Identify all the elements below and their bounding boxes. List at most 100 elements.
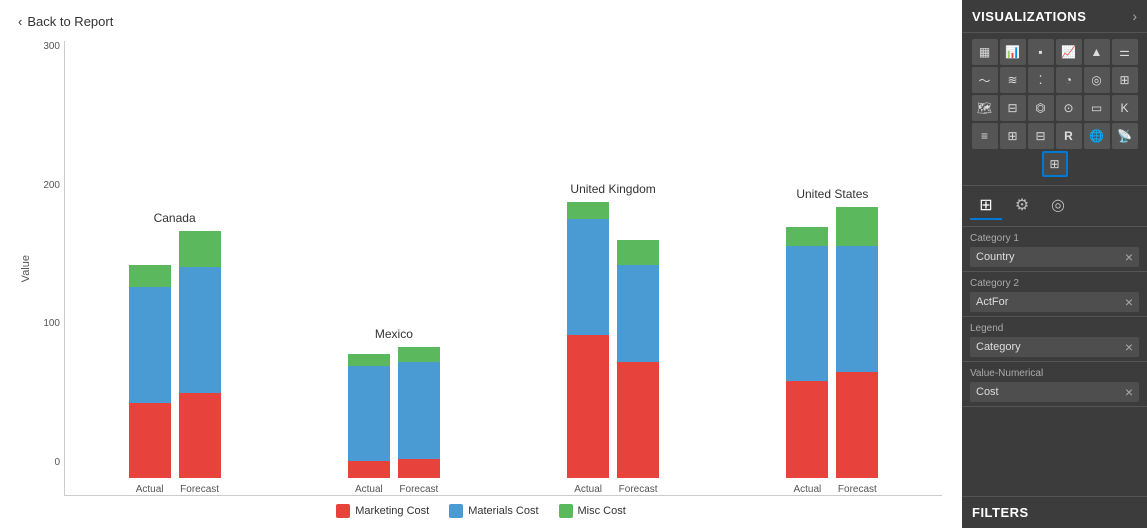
viz-icon-kpi[interactable]: K	[1112, 95, 1138, 121]
viz-icon-area[interactable]: ▲	[1084, 39, 1110, 65]
viz-icon-r[interactable]: R	[1056, 123, 1082, 149]
stacked-bar-0-1[interactable]	[179, 231, 221, 478]
country-label-2: United Kingdom	[570, 182, 655, 196]
viz-icon-line[interactable]: 📈	[1056, 39, 1082, 65]
field-pill-0[interactable]: Country×	[970, 247, 1139, 267]
y-axis-label: Value	[20, 255, 32, 282]
bars-row-3: ActualForecast	[733, 207, 932, 495]
bar-segment-2-1-2	[617, 240, 659, 265]
viz-icon-matrix[interactable]: ⊟	[1028, 123, 1054, 149]
viz-icon-waterfall[interactable]: ≋	[1000, 67, 1026, 93]
viz-icon-bar[interactable]: 📊	[1000, 39, 1026, 65]
field-pill-2[interactable]: Category ×	[970, 337, 1139, 357]
viz-icon-card[interactable]: ▭	[1084, 95, 1110, 121]
legend-item-1: Materials Cost	[449, 504, 538, 518]
viz-icon-filled-map[interactable]: ⊟	[1000, 95, 1026, 121]
viz-icon-donut[interactable]: ◎	[1084, 67, 1110, 93]
field-pill-value-3: Cost	[976, 386, 999, 398]
panel-title: VISUALIZATIONS	[972, 9, 1086, 24]
bar-segment-0-1-2	[179, 231, 221, 268]
field-wells: Category 1 Country× Category 2 ActFor× Legen…	[962, 227, 1147, 407]
viz-icon-funnel[interactable]: ⏣	[1028, 95, 1054, 121]
stacked-bar-3-0[interactable]	[786, 227, 828, 478]
country-group-1: MexicoActualForecast	[294, 327, 493, 495]
back-to-report-button[interactable]: ‹ Back to Report	[10, 10, 952, 33]
bar-segment-2-1-1	[617, 265, 659, 362]
stacked-bar-3-1[interactable]	[836, 207, 878, 478]
viz-icon-scatter[interactable]: ⁚	[1028, 67, 1054, 93]
tab-analytics[interactable]: ◎	[1042, 192, 1074, 220]
bar-segment-1-1-2	[398, 347, 440, 362]
stacked-bar-1-0[interactable]	[348, 354, 390, 478]
legend-swatch-2	[559, 504, 573, 518]
field-section-label-0: Category 1	[970, 233, 1139, 244]
bar-segment-1-1-1	[398, 362, 440, 459]
bar-segment-2-0-2	[567, 202, 609, 219]
field-section-label-1: Category 2	[970, 278, 1139, 289]
tab-fields[interactable]: ⊞	[970, 192, 1002, 220]
bar-segment-3-1-2	[836, 207, 878, 246]
field-pill-3[interactable]: Cost ×	[970, 382, 1139, 402]
field-section-label-2: Legend	[970, 323, 1139, 334]
viz-icon-custom[interactable]: 📡	[1112, 123, 1138, 149]
viz-icon-gauge[interactable]: ⊙	[1056, 95, 1082, 121]
viz-icon-ribbon[interactable]: 〜	[972, 67, 998, 93]
tab-icons-row: ⊞ ⚙ ◎	[962, 186, 1147, 227]
stacked-bar-0-0[interactable]	[129, 265, 171, 478]
field-pill-remove-1[interactable]: ×	[1125, 295, 1133, 309]
field-pill-remove-3[interactable]: ×	[1125, 385, 1133, 399]
viz-icons-row-2: 〜 ≋ ⁚ ◔ ◎ ⊞	[968, 67, 1141, 93]
main-area: ‹ Back to Report Value 300 200 100 0 Can…	[0, 0, 962, 528]
bar-segment-3-0-2	[786, 227, 828, 246]
viz-icons-row-1: ▦ 📊 ▪ 📈 ▲ ⚌	[968, 39, 1141, 65]
chart-container: Value 300 200 100 0 CanadaActualForecast…	[10, 41, 952, 518]
viz-icon-treemap[interactable]: ⊞	[1112, 67, 1138, 93]
viz-icon-stacked-bar[interactable]: ▦	[972, 39, 998, 65]
bar-x-label-2-0: Actual	[574, 484, 602, 495]
tab-format[interactable]: ⚙	[1006, 192, 1038, 220]
viz-icon-globe[interactable]: 🌐	[1084, 123, 1110, 149]
field-pill-value-2: Category	[976, 341, 1021, 353]
viz-icon-column[interactable]: ▪	[1028, 39, 1054, 65]
field-section-3: Value-Numerical Cost ×	[962, 362, 1147, 407]
back-arrow-icon: ‹	[18, 14, 22, 29]
viz-icon-table[interactable]: ⊞	[1000, 123, 1026, 149]
viz-icon-selected[interactable]: ⊞	[1042, 151, 1068, 177]
bar-segment-0-1-1	[179, 267, 221, 393]
viz-icon-map[interactable]: 🗺	[972, 95, 998, 121]
field-pill-remove-2[interactable]: ×	[1125, 340, 1133, 354]
filters-header: FILTERS	[962, 496, 1147, 528]
viz-icon-combo[interactable]: ⚌	[1112, 39, 1138, 65]
stacked-bar-2-1[interactable]	[617, 240, 659, 478]
stacked-bar-1-1[interactable]	[398, 347, 440, 478]
bars-row-1: ActualForecast	[294, 347, 493, 495]
country-group-3: United StatesActualForecast	[733, 187, 932, 495]
bar-col-2-0: Actual	[567, 202, 609, 495]
field-section-label-3: Value-Numerical	[970, 368, 1139, 379]
legend-label-0: Marketing Cost	[355, 505, 429, 517]
field-section-2: Legend Category ×	[962, 317, 1147, 362]
bar-segment-1-1-0	[398, 459, 440, 478]
legend-swatch-1	[449, 504, 463, 518]
back-label: Back to Report	[27, 14, 113, 29]
viz-icon-slicer[interactable]: ≡	[972, 123, 998, 149]
bar-segment-0-1-0	[179, 393, 221, 478]
country-group-2: United Kingdom Actual Forecast	[514, 182, 713, 495]
country-label-0: Canada	[154, 211, 196, 225]
bar-x-label-0-0: Actual	[136, 484, 164, 495]
bar-col-2-1: Forecast	[617, 240, 659, 495]
bar-col-0-0: Actual	[129, 265, 171, 495]
bar-segment-3-1-1	[836, 246, 878, 372]
country-group-0: Canada ActualForecast	[75, 211, 274, 495]
bar-x-label-3-0: Actual	[793, 484, 821, 495]
bar-segment-3-0-0	[786, 381, 828, 478]
field-pill-1[interactable]: ActFor×	[970, 292, 1139, 312]
panel-collapse-button[interactable]: ›	[1132, 8, 1137, 24]
bar-col-3-0: Actual	[786, 227, 828, 495]
bars-row-0: ActualForecast	[75, 231, 274, 495]
stacked-bar-2-0[interactable]	[567, 202, 609, 478]
bars-row-2: Actual Forecast	[514, 202, 713, 495]
field-pill-remove-0[interactable]: ×	[1125, 250, 1133, 264]
bar-x-label-1-0: Actual	[355, 484, 383, 495]
viz-icon-pie[interactable]: ◔	[1056, 67, 1082, 93]
